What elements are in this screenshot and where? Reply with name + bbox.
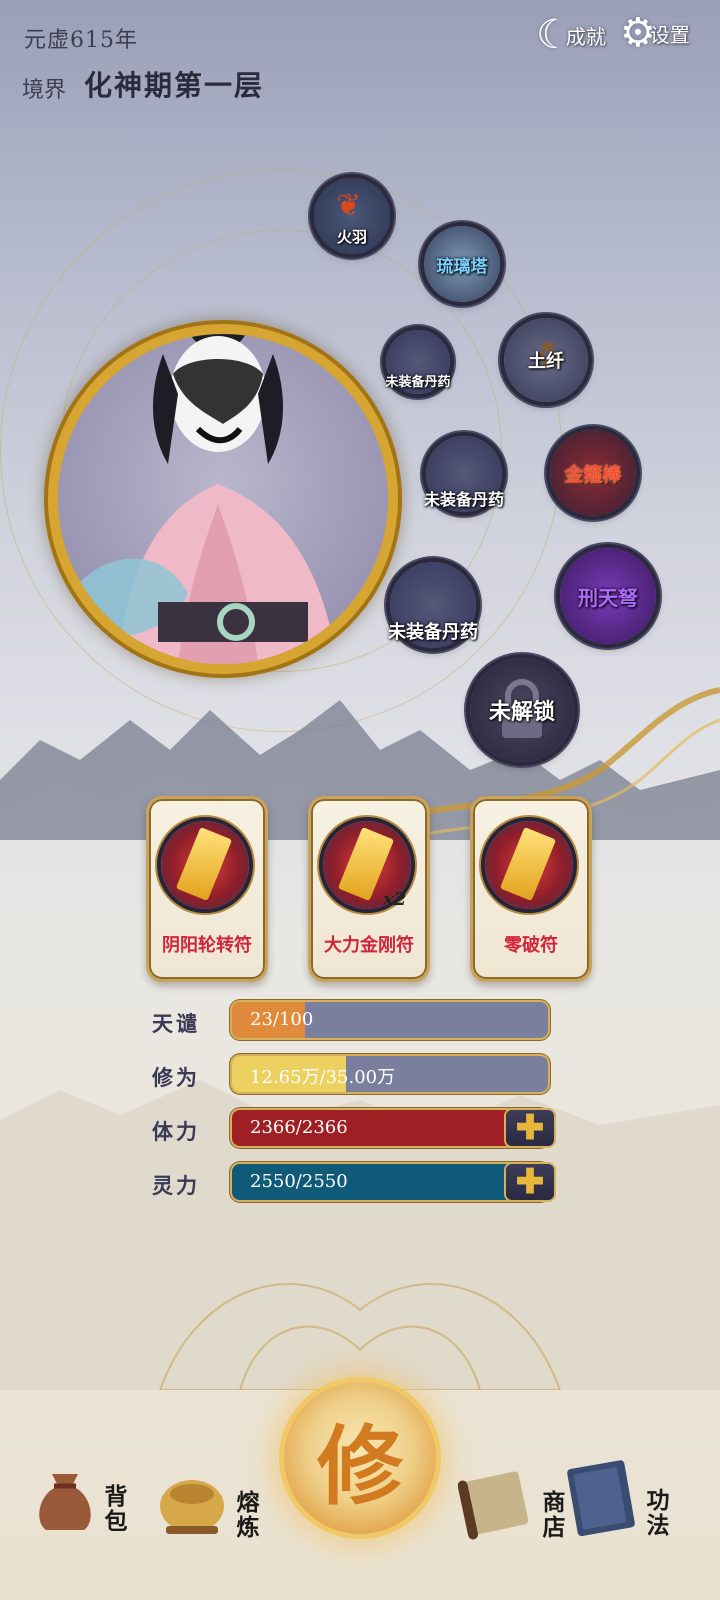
talisman-name: 零破符	[504, 935, 558, 956]
slot-label: 未装备丹药	[385, 374, 451, 390]
cultivation-label: 修为	[152, 1065, 200, 1090]
feather-icon: ❦	[336, 188, 362, 223]
game-screen: 元虚615年 境界 化神期第一层 ☾ 成就 ⚙ 设置 ❦ 火羽 琉璃塔 未装备丹…	[0, 0, 720, 1600]
achievements-button[interactable]: ☾ 成就	[536, 12, 606, 58]
slot-label: 未解锁	[488, 699, 555, 725]
realm-label: 境界	[22, 78, 67, 103]
talisman-count: x2	[383, 889, 407, 910]
spirit-label: 灵力	[152, 1173, 200, 1198]
stamina-add-button[interactable]: ✚	[506, 1108, 554, 1148]
slot-label: 琉璃塔	[436, 256, 488, 277]
slot-label: 未装备丹药	[424, 490, 505, 509]
scroll-map-icon	[457, 1466, 538, 1540]
talisman-card-1[interactable]: 阴阳轮转符	[146, 796, 268, 982]
slot-earth-fiber[interactable]: ⚱ 土纤	[504, 318, 588, 402]
plus-icon: ✚	[515, 1108, 545, 1148]
talisman-name: 阴阳轮转符	[162, 935, 252, 956]
slot-golden-staff[interactable]: 金箍棒	[550, 430, 636, 516]
cultivation-bar: 12.65万/35.00万	[232, 1056, 548, 1092]
nav-shop-label: 商店	[538, 1490, 565, 1540]
talisman-name: 大力金刚符	[324, 935, 414, 956]
nav-bag-label: 背包	[100, 1484, 127, 1534]
slot-label: 金箍棒	[564, 463, 622, 486]
slot-label: 土纤	[528, 351, 564, 372]
spirit-add-button[interactable]: ✚	[506, 1162, 554, 1202]
heaven-label: 天谴	[152, 1011, 200, 1036]
cultivation-value: 12.65万/35.00万	[250, 1067, 396, 1088]
nav-skills[interactable]: 功法	[562, 1458, 669, 1538]
cultivate-label: 修	[317, 1415, 403, 1517]
slot-fire-feather[interactable]: ❦ 火羽	[314, 178, 390, 254]
achievements-label: 成就	[565, 24, 606, 49]
nav-skills-label: 功法	[642, 1488, 669, 1538]
slot-pill-1[interactable]: 未装备丹药	[385, 330, 451, 394]
heaven-bar: 23/100	[232, 1002, 548, 1038]
slot-punishment-bow[interactable]: 刑天弩	[560, 548, 656, 644]
book-icon	[562, 1458, 642, 1538]
character-figure	[78, 334, 338, 664]
slot-pill-2[interactable]: 未装备丹药	[424, 436, 505, 512]
pouch-icon	[30, 1464, 100, 1534]
slot-label: 火羽	[336, 227, 367, 246]
slot-glazed-tower[interactable]: 琉璃塔	[424, 226, 500, 302]
slot-locked[interactable]: 未解锁	[470, 658, 574, 762]
slot-pill-3[interactable]: 未装备丹药	[388, 562, 478, 648]
cultivate-button[interactable]: 修	[284, 1382, 436, 1534]
stamina-label: 体力	[152, 1119, 200, 1144]
plus-icon: ✚	[515, 1162, 545, 1202]
stamina-value: 2366/2366	[250, 1117, 348, 1138]
spirit-value: 2550/2550	[250, 1171, 348, 1192]
spirit-bar: 2550/2550	[232, 1164, 548, 1200]
cauldron-icon	[152, 1470, 232, 1540]
nav-bag[interactable]: 背包	[30, 1464, 127, 1534]
nav-shop[interactable]: 商店	[457, 1466, 565, 1540]
character-portrait[interactable]	[58, 334, 388, 664]
talisman-icon	[161, 821, 249, 909]
nav-refine-label: 熔炼	[232, 1490, 259, 1540]
heaven-value: 23/100	[250, 1009, 314, 1030]
paper-charm-icon	[175, 827, 233, 901]
settings-button[interactable]: ⚙ 设置	[620, 10, 690, 56]
realm-value: 化神期第一层	[84, 69, 265, 102]
talisman-card-2[interactable]: 大力金刚符 x2	[308, 796, 430, 982]
talisman-card-3[interactable]: 零破符	[470, 796, 592, 982]
slot-label: 未装备丹药	[388, 622, 478, 643]
stamina-bar: 2366/2366	[232, 1110, 548, 1146]
talisman-icon	[485, 821, 573, 909]
era-year: 元虚615年	[24, 28, 138, 53]
paper-charm-icon	[499, 827, 557, 901]
nav-refine[interactable]: 熔炼	[152, 1470, 259, 1540]
slot-label: 刑天弩	[578, 585, 638, 610]
settings-label: 设置	[649, 22, 690, 47]
